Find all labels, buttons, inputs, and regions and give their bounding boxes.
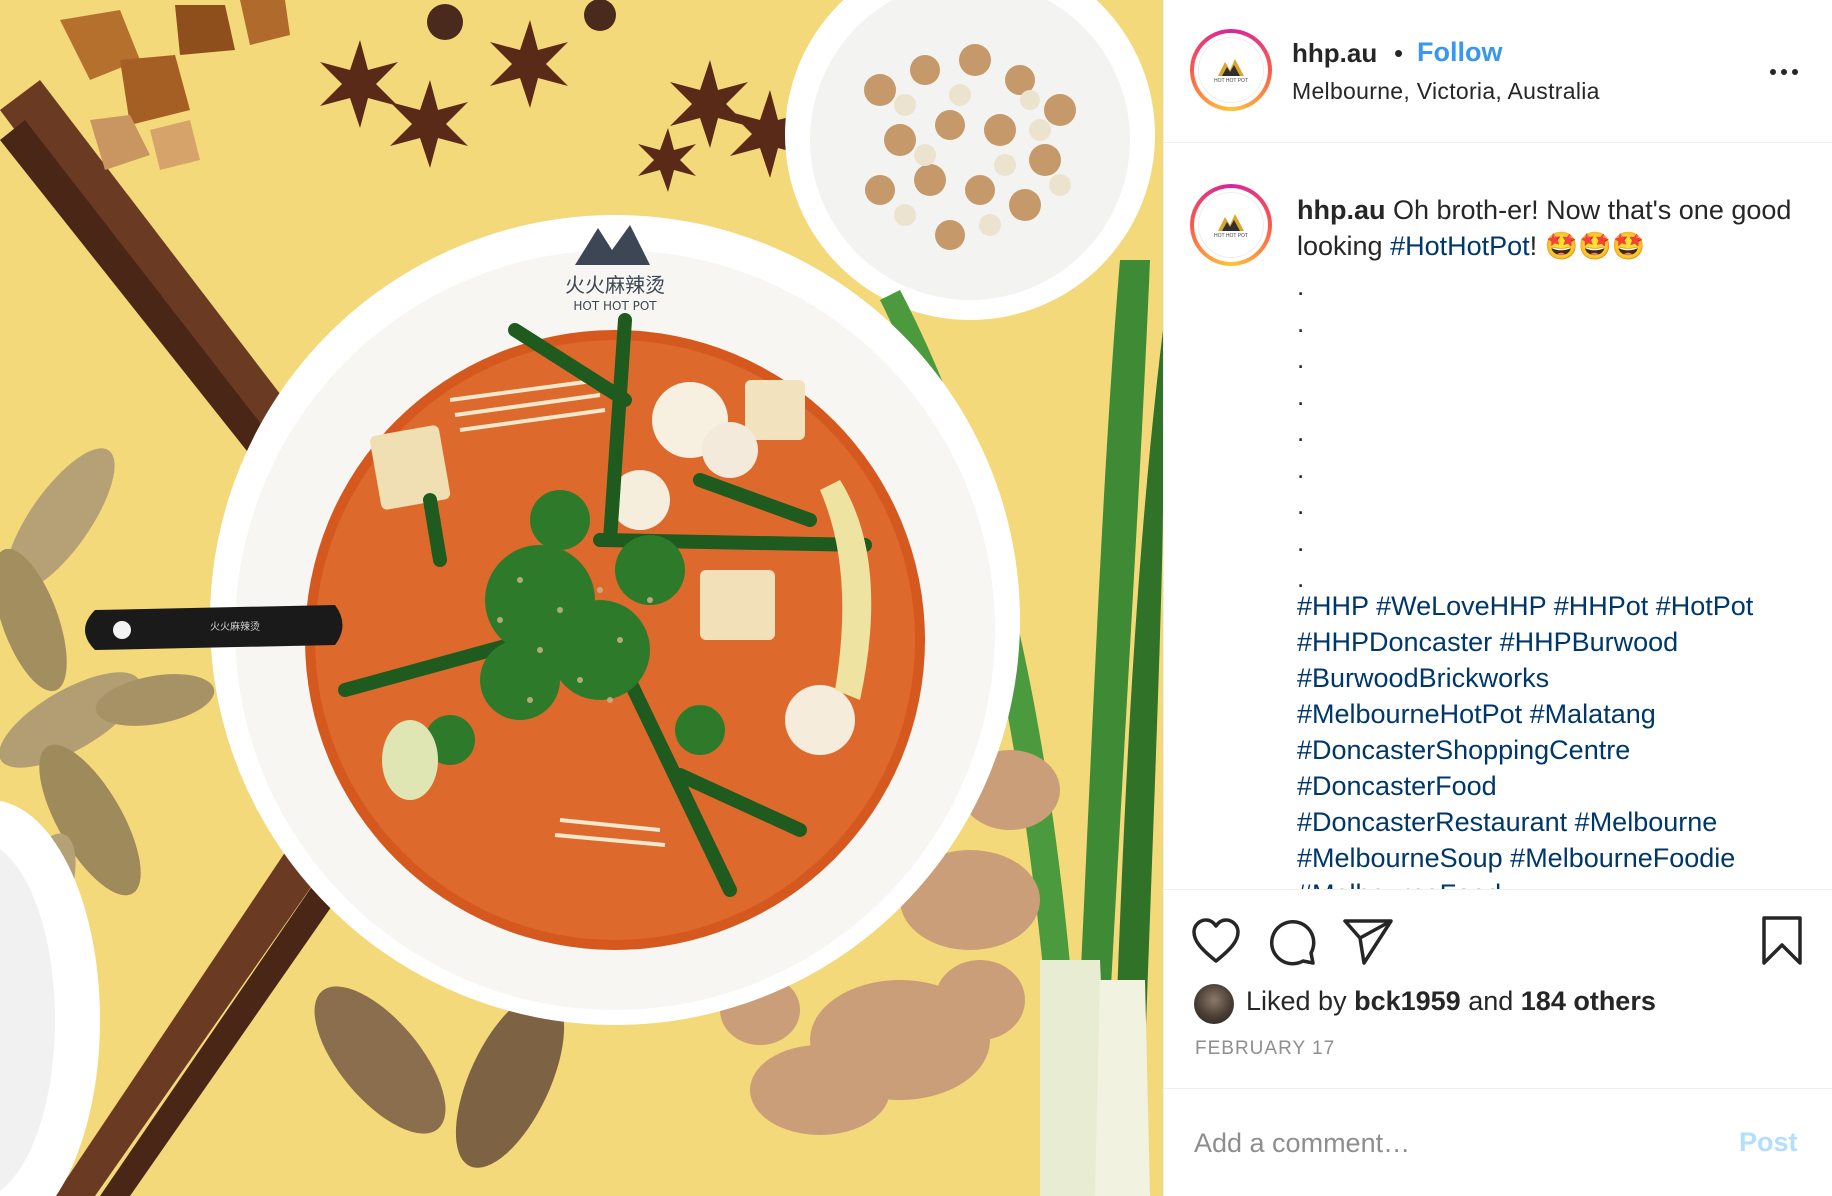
caption-dot: . (1297, 490, 1305, 520)
caption-hashtag[interactable]: #HotHotPot (1390, 231, 1530, 261)
more-horizontal-icon[interactable] (1764, 52, 1804, 92)
hashtag-link[interactable]: #BurwoodBrickworks (1297, 663, 1549, 693)
liker-avatar[interactable] (1194, 984, 1234, 1024)
likes-prefix: Liked by (1246, 986, 1347, 1016)
post-sidebar: HOT HOT POT hhp.au • Follow Melbourne, V… (1163, 0, 1832, 1196)
bookmark-icon[interactable] (1760, 915, 1804, 967)
caption-dot: . (1297, 271, 1305, 301)
caption-suffix: ! 🤩🤩🤩 (1529, 231, 1646, 261)
likes-summary: Liked by bck1959 and 184 others (1246, 986, 1656, 1017)
caption-area: HOT HOT POT hhp.au Oh broth-er! Now that… (1164, 144, 1832, 889)
heart-icon[interactable] (1191, 917, 1241, 965)
crown-logo-icon (1218, 214, 1244, 231)
soup-spoon: 火火麻辣烫 (85, 605, 343, 650)
post-comment-button[interactable]: Post (1739, 1127, 1798, 1158)
hashtag-link[interactable]: #MelbourneSoup (1297, 843, 1503, 873)
caption-dot: . (1297, 307, 1305, 338)
hashtag-link[interactable]: #DoncasterRestaurant (1297, 807, 1567, 837)
hashtag-link[interactable]: #MelbourneFood (1297, 879, 1501, 889)
brand-logo: HOT HOT POT (1198, 192, 1264, 258)
hashtag-link[interactable]: #HHP (1297, 591, 1369, 621)
hashtag-link[interactable]: #WeLoveHHP (1376, 591, 1546, 621)
hashtag-link[interactable]: #Malatang (1530, 699, 1656, 729)
post-photo[interactable]: 火火麻辣烫 HOT HOT POT 火火麻辣烫 (0, 0, 1163, 1196)
header-username[interactable]: hhp.au (1292, 38, 1377, 69)
spoon-brand: 火火麻辣烫 (210, 620, 260, 633)
caption-dot: . (1297, 453, 1305, 484)
post-location[interactable]: Melbourne, Victoria, Australia (1292, 78, 1600, 105)
food-photo-illustration: 火火麻辣烫 HOT HOT POT 火火麻辣烫 (0, 0, 1163, 1196)
profile-avatar[interactable]: HOT HOT POT (1190, 29, 1272, 111)
comment-icon[interactable] (1267, 917, 1317, 967)
caption-dot: . (1297, 344, 1305, 374)
caption-avatar[interactable]: HOT HOT POT (1190, 184, 1272, 266)
hashtag-link[interactable]: #DoncasterShoppingCentre (1297, 735, 1630, 765)
hashtag-link[interactable]: #HHPot (1554, 591, 1649, 621)
instagram-post: 火火麻辣烫 HOT HOT POT 火火麻辣烫 HOT HOT POT hhp.… (0, 0, 1832, 1196)
paper-plane-icon[interactable] (1342, 917, 1394, 967)
post-header: HOT HOT POT hhp.au • Follow Melbourne, V… (1164, 0, 1832, 143)
hashtag-link[interactable]: #DoncasterFood (1297, 771, 1497, 801)
caption-username[interactable]: hhp.au (1297, 195, 1386, 225)
hashtag-link[interactable]: #Melbourne (1575, 807, 1718, 837)
add-comment-bar: Post (1164, 1088, 1832, 1196)
post-date[interactable]: FEBRUARY 17 (1195, 1038, 1335, 1060)
crown-logo-icon (1218, 59, 1244, 76)
avatar-logo-text: HOT HOT POT (1214, 233, 1248, 239)
bowl-brand-en: HOT HOT POT (573, 299, 657, 313)
caption-dot: . (1297, 526, 1305, 557)
follow-button[interactable]: Follow (1417, 37, 1502, 68)
caption-dot: . (1297, 380, 1305, 411)
hashtag-link[interactable]: #MelbourneHotPot (1297, 699, 1522, 729)
caption-text: hhp.au Oh broth-er! Now that's one good … (1297, 192, 1797, 264)
hashtag-link[interactable]: #HotPot (1656, 591, 1754, 621)
caption-dot: . (1297, 417, 1305, 447)
hashtag-link[interactable]: #MelbourneFoodie (1510, 843, 1735, 873)
hashtag-link[interactable]: #HHPDoncaster (1297, 627, 1492, 657)
hashtag-link[interactable]: #HHPBurwood (1500, 627, 1679, 657)
caption-dots: . . . . . . . . . (1297, 268, 1304, 597)
brand-logo: HOT HOT POT (1198, 37, 1264, 103)
bowl-brand-cn: 火火麻辣烫 (565, 273, 665, 297)
post-actions: Liked by bck1959 and 184 others FEBRUARY… (1164, 889, 1832, 1196)
likes-others-link[interactable]: 184 others (1521, 986, 1656, 1016)
caption-hashtags: #HHP #WeLoveHHP #HHPot #HotPot #HHPDonca… (1297, 588, 1817, 889)
likes-and: and (1468, 986, 1514, 1016)
avatar-logo-text: HOT HOT POT (1214, 78, 1248, 84)
liker-username[interactable]: bck1959 (1354, 986, 1461, 1016)
comment-input[interactable] (1194, 1121, 1714, 1165)
header-separator: • (1394, 38, 1404, 68)
